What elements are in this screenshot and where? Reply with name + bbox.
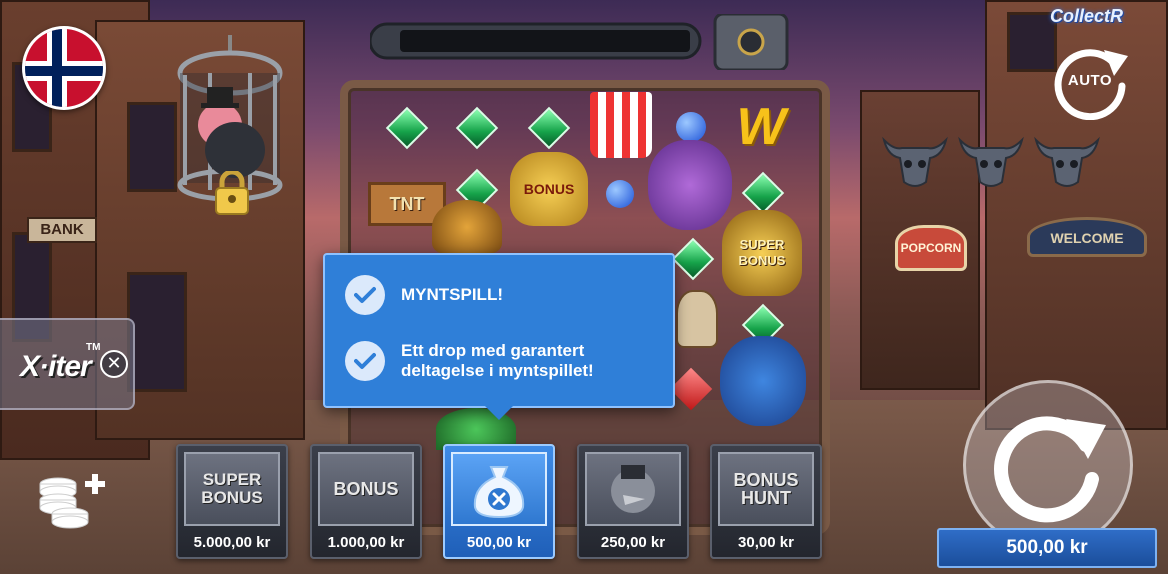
norway-flag-icon[interactable] (22, 26, 106, 110)
collect-meter (368, 12, 790, 72)
super-bonus-skull-symbol: SUPER BONUS (722, 210, 802, 296)
purple-bird-symbol (648, 140, 732, 230)
feature-card-bonus-hunt[interactable]: BONUS HUNT 30,00 kr (710, 444, 822, 559)
bonus-skull-symbol: BONUS (510, 152, 588, 226)
auto-label: AUTO (1067, 72, 1113, 89)
coin-bag-icon (451, 452, 547, 526)
popcorn-stand-sign: POPCORN (895, 225, 967, 271)
spin-button[interactable] (963, 380, 1133, 550)
card-art-label: SUPER BONUS (201, 470, 263, 507)
feature-tooltip: MYNTSPILL! Ett drop med garantert deltag… (323, 253, 675, 420)
xiter-label: X·iter (20, 350, 92, 383)
bonus-art: BONUS (318, 452, 414, 526)
popcorn-symbol (590, 92, 652, 158)
bull-skull-collector (880, 126, 1110, 190)
spin-arrow-icon (994, 416, 1106, 523)
xiter-panel[interactable]: X·iter TM ✕ (0, 318, 135, 410)
bull-skull-icon (882, 136, 948, 187)
card-price: 500,00 kr (466, 534, 532, 551)
bank-sign: BANK (27, 217, 97, 243)
card-art-label: BONUS (333, 479, 399, 499)
feature-card-super-bonus[interactable]: SUPER BONUS 5.000,00 kr (176, 444, 288, 559)
feature-card-drop[interactable]: 250,00 kr (577, 444, 689, 559)
bonus-hunt-art: BONUS HUNT (718, 452, 814, 526)
check-icon (345, 275, 385, 315)
blue-gem-symbol (676, 112, 706, 142)
tooltip-row: Ett drop med garantert deltagelse i mynt… (345, 341, 665, 381)
bet-amount-button[interactable]: 500,00 kr (937, 528, 1157, 568)
welcome-sign: WELCOME (1027, 217, 1147, 257)
blue-bird-symbol (720, 336, 806, 426)
card-price: 1.000,00 kr (327, 534, 405, 551)
card-art-label: BONUS HUNT (733, 470, 799, 508)
close-icon[interactable]: ✕ (100, 350, 128, 378)
bull-skull-icon (958, 136, 1024, 187)
feature-card-bonus[interactable]: BONUS 1.000,00 kr (310, 444, 422, 559)
tooltip-title: MYNTSPILL! (401, 285, 503, 304)
feature-card-coin-game[interactable]: 500,00 kr (443, 444, 555, 559)
card-price: 5.000,00 kr (193, 534, 271, 551)
coins-add-icon[interactable] (36, 472, 110, 532)
tooltip-row: MYNTSPILL! (345, 275, 503, 315)
check-icon (345, 341, 385, 381)
jug-symbol (676, 290, 718, 348)
super-bonus-art: SUPER BONUS (184, 452, 280, 526)
bull-skull-icon (1034, 136, 1100, 187)
xiter-trademark: TM (86, 342, 101, 353)
caged-vulture (165, 35, 295, 220)
collectr-logo: CollectR (1050, 6, 1124, 26)
cowboy-owl-symbol (432, 200, 502, 254)
vulture-art (585, 452, 681, 526)
blue-gem-symbol (606, 180, 634, 208)
auto-spin-button[interactable]: AUTO (1048, 36, 1132, 121)
card-price: 250,00 kr (600, 534, 666, 551)
card-price: 30,00 kr (738, 534, 794, 551)
tooltip-description: Ett drop med garantert deltagelse i mynt… (401, 341, 594, 380)
wild-symbol: W (736, 98, 786, 156)
padlock-icon (213, 169, 251, 215)
